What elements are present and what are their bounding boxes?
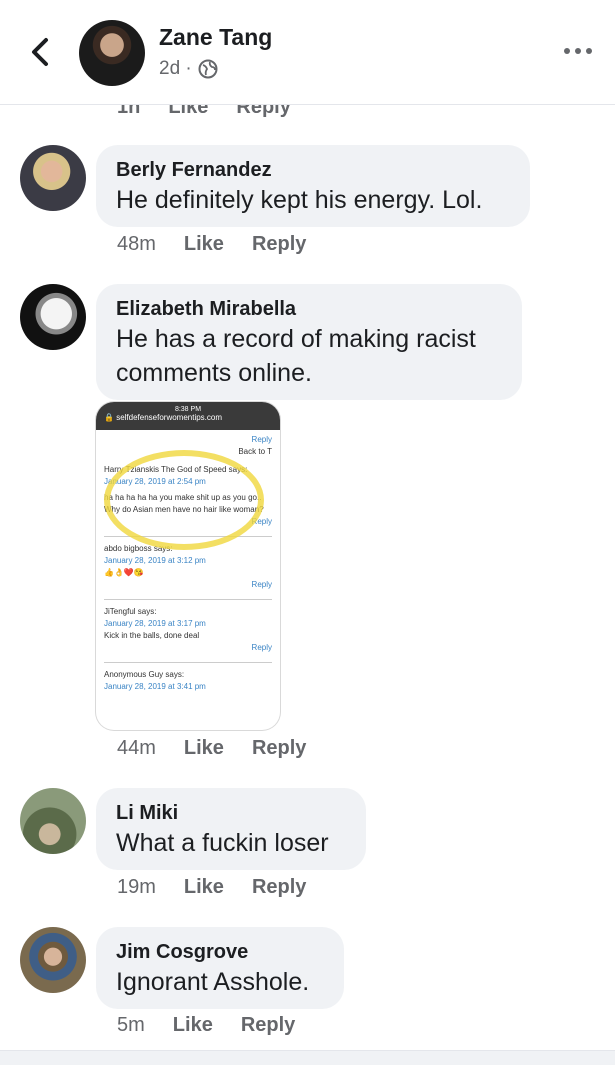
avatar[interactable] (20, 284, 86, 350)
screenshot-author: JiTengful says: (104, 607, 157, 616)
reply-button[interactable]: Reply (252, 737, 306, 760)
comment-time: 19m (117, 876, 156, 898)
comment-time: 44m (117, 737, 156, 759)
url-text: selfdefenseforwomentips.com (116, 413, 223, 422)
phone-status-bar: 8:38 PM 🔒 selfdefenseforwomentips.com (96, 402, 280, 430)
screenshot-date: January 28, 2019 at 3:41 pm (104, 682, 206, 691)
comment-text: What a fuckin loser (116, 829, 329, 857)
avatar[interactable] (79, 20, 145, 86)
comment-bubble: Jim Cosgrove Ignorant Asshole. (96, 927, 344, 1009)
like-button[interactable]: Like (184, 233, 224, 256)
screenshot-date: January 28, 2019 at 3:17 pm (104, 619, 206, 628)
status-clock: 8:38 PM (174, 406, 202, 413)
like-button[interactable]: Like (173, 1014, 213, 1037)
author-name[interactable]: Zane Tang (159, 24, 272, 51)
avatar[interactable] (20, 927, 86, 993)
commenter-name[interactable]: Elizabeth Mirabella (116, 296, 502, 322)
screenshot-comment: abdo bigboss says: January 28, 2019 at 3… (104, 537, 272, 600)
comment-image-attachment[interactable]: 8:38 PM 🔒 selfdefenseforwomentips.com Re… (96, 402, 280, 730)
screenshot-content: Reply Back to T Harry Tzianskis The God … (96, 430, 280, 697)
screenshot-author: abdo bigboss says: (104, 544, 173, 553)
comment-actions: 48m Like Reply (117, 233, 306, 256)
commenter-name[interactable]: Berly Fernandez (116, 157, 510, 183)
comment-text-line: He has a record of making racist (116, 325, 476, 353)
like-button[interactable]: Like (184, 737, 224, 760)
post-header: Zane Tang 2d · (0, 0, 615, 105)
url-bar: 🔒 selfdefenseforwomentips.com (104, 413, 223, 422)
back-to-top: Back to T (238, 447, 272, 456)
avatar[interactable] (20, 145, 86, 211)
screenshot-author: Harry Tzianskis The God of Speed says: (104, 465, 248, 474)
post-time: 2d · (159, 58, 192, 79)
commenter-name[interactable]: Jim Cosgrove (116, 939, 324, 965)
screenshot-reply: Reply (251, 580, 272, 589)
screenshot-body: 👍👌❤️😘 (104, 568, 144, 577)
comment-actions: 5m Like Reply (117, 1014, 295, 1037)
comment-bubble: Berly Fernandez He definitely kept his e… (96, 145, 530, 227)
screenshot-body: ha ha ha ha ha you make shit up as you g… (104, 493, 264, 514)
comment-bubble: Li Miki What a fuckin loser (96, 788, 366, 870)
screenshot-reply: Reply (251, 517, 272, 526)
reply-button[interactable]: Reply (252, 233, 306, 256)
comment-text: Ignorant Asshole. (116, 968, 310, 996)
comment-actions: 44m Like Reply (117, 737, 306, 760)
commenter-name[interactable]: Li Miki (116, 800, 346, 826)
post-meta: 2d · (159, 58, 218, 80)
screenshot-comment: Harry Tzianskis The God of Speed says: J… (104, 458, 272, 537)
reply-button[interactable]: Reply (241, 1014, 295, 1037)
comment-bubble: Elizabeth Mirabella He has a record of m… (96, 284, 522, 400)
more-options-icon[interactable] (562, 44, 594, 58)
comment-text-line: comments online. (116, 359, 312, 387)
screenshot-comment: JiTengful says: January 28, 2019 at 3:17… (104, 600, 272, 663)
screenshot-reply: Reply (251, 643, 272, 652)
comment-actions: 19m Like Reply (117, 876, 306, 899)
globe-icon (198, 59, 218, 79)
comment-time: 5m (117, 1014, 145, 1036)
screenshot-body: Kick in the balls, done deal (104, 631, 200, 640)
reply-button[interactable]: Reply (252, 876, 306, 899)
screenshot-date: January 28, 2019 at 3:12 pm (104, 556, 206, 565)
screenshot-comment: Anonymous Guy says: January 28, 2019 at … (104, 663, 272, 693)
comment-composer-edge[interactable] (0, 1050, 615, 1065)
screenshot-author: Anonymous Guy says: (104, 670, 185, 679)
comment-time: 48m (117, 233, 156, 255)
screenshot-date: January 28, 2019 at 2:54 pm (104, 477, 206, 486)
comment-text: He definitely kept his energy. Lol. (116, 186, 483, 214)
screenshot-reply: Reply (251, 435, 272, 444)
back-arrow-icon[interactable] (26, 34, 54, 70)
avatar[interactable] (20, 788, 86, 854)
like-button[interactable]: Like (184, 876, 224, 899)
